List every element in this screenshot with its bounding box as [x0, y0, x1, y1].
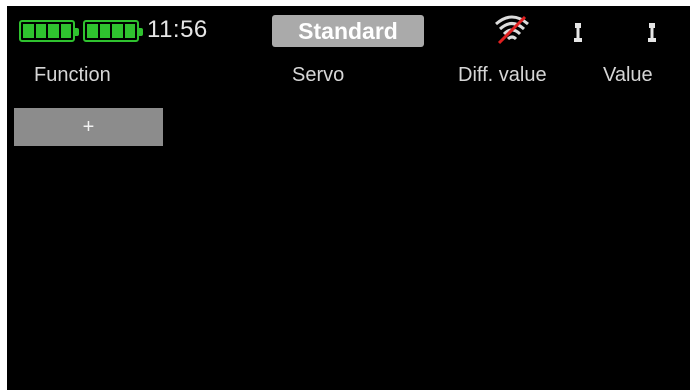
trim-icon [648, 23, 656, 42]
column-header-diff-value: Diff. value [458, 64, 547, 86]
model-mode-button[interactable]: Standard [272, 15, 424, 47]
column-header-function: Function [34, 64, 111, 86]
transmitter-battery-icon [19, 20, 79, 42]
column-header-value: Value [603, 64, 653, 86]
wifi-off-icon [495, 15, 529, 45]
trim-icon [574, 23, 582, 42]
column-header-servo: Servo [292, 64, 345, 86]
transmitter-screen: 11:56 Standard Function Servo Diff. valu… [7, 6, 690, 390]
device-frame: 11:56 Standard Function Servo Diff. valu… [0, 0, 692, 392]
clock: 11:56 [147, 16, 208, 43]
receiver-battery-icon [83, 20, 143, 42]
add-function-button[interactable]: + [14, 108, 163, 146]
